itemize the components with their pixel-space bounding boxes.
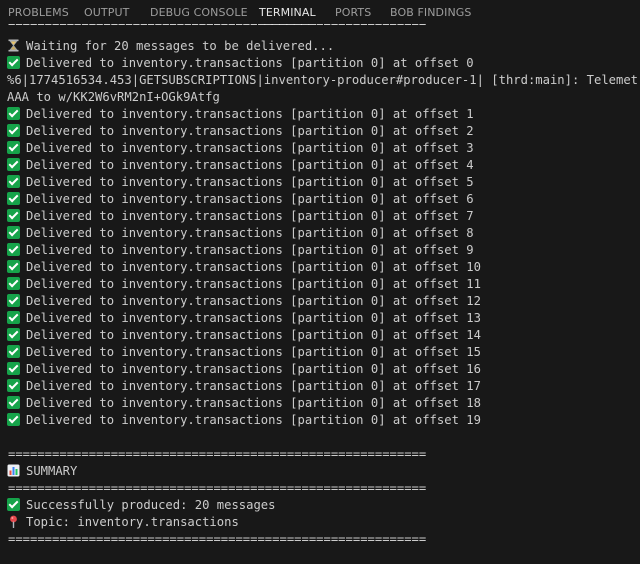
- waiting-line: Waiting for 20 messages to be delivered.…: [7, 38, 334, 55]
- delivery-text: Delivered to inventory.transactions [par…: [26, 158, 474, 172]
- check-mark-icon: [7, 107, 20, 120]
- delivery-line: Delivered to inventory.transactions [par…: [7, 225, 474, 242]
- delivery-line: Delivered to inventory.transactions [par…: [7, 123, 474, 140]
- check-mark-icon: [7, 396, 20, 409]
- delivery-text: Delivered to inventory.transactions [par…: [26, 311, 481, 325]
- log-line: %6|1774516534.453|GETSUBSCRIPTIONS|inven…: [7, 73, 640, 87]
- delivery-text: Delivered to inventory.transactions [par…: [26, 362, 481, 376]
- delivery-line: Delivered to inventory.transactions [par…: [7, 378, 481, 395]
- tab-terminal[interactable]: TERMINAL: [259, 0, 316, 26]
- success-line: Successfully produced: 20 messages: [7, 497, 275, 514]
- delivery-line: Delivered to inventory.transactions [par…: [7, 208, 474, 225]
- delivery-text: Delivered to inventory.transactions [par…: [26, 379, 481, 393]
- delivery-text: Delivered to inventory.transactions [par…: [26, 396, 481, 410]
- hourglass-icon: [7, 39, 20, 52]
- panel-tab-bar: PROBLEMS OUTPUT DEBUG CONSOLE TERMINAL P…: [0, 0, 640, 26]
- pushpin-icon: [7, 515, 20, 528]
- check-mark-icon: [7, 56, 20, 69]
- check-mark-icon: [7, 277, 20, 290]
- tab-output[interactable]: OUTPUT: [84, 0, 129, 26]
- delivery-line: Delivered to inventory.transactions [par…: [7, 55, 474, 72]
- delivery-text: Delivered to inventory.transactions [par…: [26, 260, 481, 274]
- topic-line: Topic: inventory.transactions: [7, 514, 239, 531]
- delivery-line: Delivered to inventory.transactions [par…: [7, 140, 474, 157]
- delivery-line: Delivered to inventory.transactions [par…: [7, 174, 474, 191]
- delivery-text: Delivered to inventory.transactions [par…: [26, 243, 474, 257]
- separator-rule: ========================================…: [8, 447, 427, 461]
- delivery-line: Delivered to inventory.transactions [par…: [7, 191, 474, 208]
- delivery-line: Delivered to inventory.transactions [par…: [7, 242, 474, 259]
- tab-debug-console[interactable]: DEBUG CONSOLE: [150, 0, 248, 26]
- separator-rule: ========================================…: [8, 532, 427, 546]
- log-line-continuation: AAA to w/KK2W6vRM2nI+OGk9Atfg: [7, 90, 220, 104]
- delivery-text: Delivered to inventory.transactions [par…: [26, 226, 474, 240]
- delivery-text: Delivered to inventory.transactions [par…: [26, 345, 481, 359]
- tab-problems[interactable]: PROBLEMS: [8, 0, 69, 26]
- delivery-line: Delivered to inventory.transactions [par…: [7, 412, 481, 429]
- check-mark-icon: [7, 379, 20, 392]
- success-text: Successfully produced: 20 messages: [26, 498, 276, 512]
- check-mark-icon: [7, 345, 20, 358]
- delivery-text: Delivered to inventory.transactions [par…: [26, 56, 474, 70]
- separator-rule: ========================================…: [8, 24, 426, 32]
- check-mark-icon: [7, 498, 20, 511]
- tab-ports[interactable]: PORTS: [335, 0, 371, 26]
- tab-bob-findings[interactable]: BOB FINDINGS: [390, 0, 472, 26]
- delivery-text: Delivered to inventory.transactions [par…: [26, 209, 474, 223]
- delivery-line: Delivered to inventory.transactions [par…: [7, 259, 481, 276]
- check-mark-icon: [7, 209, 20, 222]
- check-mark-icon: [7, 362, 20, 375]
- delivery-line: Delivered to inventory.transactions [par…: [7, 344, 481, 361]
- delivery-line: Delivered to inventory.transactions [par…: [7, 361, 481, 378]
- terminal-panel: PROBLEMS OUTPUT DEBUG CONSOLE TERMINAL P…: [0, 0, 640, 564]
- delivery-line: Delivered to inventory.transactions [par…: [7, 157, 474, 174]
- delivery-line: Delivered to inventory.transactions [par…: [7, 106, 474, 123]
- delivery-text: Delivered to inventory.transactions [par…: [26, 141, 474, 155]
- delivery-text: Delivered to inventory.transactions [par…: [26, 413, 481, 427]
- topic-text: Topic: inventory.transactions: [26, 515, 239, 529]
- check-mark-icon: [7, 175, 20, 188]
- delivery-line: Delivered to inventory.transactions [par…: [7, 310, 481, 327]
- check-mark-icon: [7, 413, 20, 426]
- terminal-output[interactable]: ========================================…: [0, 24, 640, 564]
- check-mark-icon: [7, 260, 20, 273]
- summary-title: SUMMARY: [26, 464, 78, 478]
- check-mark-icon: [7, 141, 20, 154]
- delivery-text: Delivered to inventory.transactions [par…: [26, 192, 474, 206]
- check-mark-icon: [7, 158, 20, 171]
- check-mark-icon: [7, 124, 20, 137]
- delivery-line: Delivered to inventory.transactions [par…: [7, 276, 481, 293]
- check-mark-icon: [7, 294, 20, 307]
- check-mark-icon: [7, 192, 20, 205]
- delivery-line: Delivered to inventory.transactions [par…: [7, 293, 481, 310]
- separator-rule: ========================================…: [8, 481, 427, 495]
- delivery-text: Delivered to inventory.transactions [par…: [26, 175, 474, 189]
- check-mark-icon: [7, 311, 20, 324]
- delivery-line: Delivered to inventory.transactions [par…: [7, 327, 481, 344]
- summary-heading: SUMMARY: [7, 463, 77, 480]
- delivery-line: Delivered to inventory.transactions [par…: [7, 395, 481, 412]
- delivery-text: Delivered to inventory.transactions [par…: [26, 107, 474, 121]
- check-mark-icon: [7, 243, 20, 256]
- check-mark-icon: [7, 226, 20, 239]
- delivery-text: Delivered to inventory.transactions [par…: [26, 124, 474, 138]
- bar-chart-icon: [7, 464, 20, 477]
- check-mark-icon: [7, 328, 20, 341]
- delivery-text: Delivered to inventory.transactions [par…: [26, 294, 481, 308]
- waiting-text: Waiting for 20 messages to be delivered.…: [26, 39, 335, 53]
- delivery-text: Delivered to inventory.transactions [par…: [26, 277, 481, 291]
- delivery-text: Delivered to inventory.transactions [par…: [26, 328, 481, 342]
